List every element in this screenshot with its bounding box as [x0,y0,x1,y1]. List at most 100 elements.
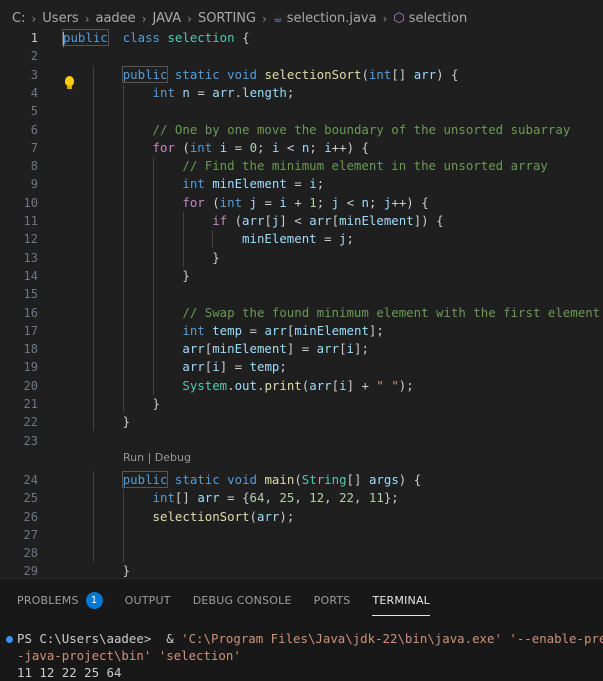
code-line[interactable]: 1 public class selection { [0,29,603,47]
code-line[interactable]: 19 arr[i] = temp; [0,358,603,376]
code-token: int [152,84,175,100]
code-token: 0 [249,139,258,155]
line-number: 25 [23,491,38,506]
code-line[interactable]: 17 int temp = arr[minElement]; [0,322,603,340]
breadcrumb-drive[interactable]: C: [12,11,25,26]
code-token: for [152,139,175,155]
code-line[interactable]: 15 [0,285,603,303]
code-line[interactable]: 25 int[] arr = {64, 25, 12, 22, 11}; [0,489,603,507]
line-number: 18 [23,342,38,357]
indent-guide [122,489,124,563]
line-number: 5 [30,104,38,119]
chevron-right-icon: › [141,11,147,26]
line-number: 27 [23,527,38,542]
code-token: main [264,471,295,487]
code-text: for (int j = i + 1; j < n; j++) { [63,194,428,212]
code-text: } [63,249,219,267]
code-editor[interactable]: Run | Debug 1 public class selection { 2 3 … [0,29,603,578]
code-token: = [242,322,265,338]
code-token: = [286,176,310,192]
code-token: = [227,139,250,155]
code-token: ); [279,508,295,524]
code-token: minElement [212,176,287,192]
code-token: = { [219,490,250,506]
code-line[interactable]: 21 } [0,395,603,413]
code-token: ] = [219,359,250,375]
code-token: } [63,396,160,411]
code-token: selectionSort [152,508,250,524]
code-line[interactable]: 27 [0,526,603,544]
code-line[interactable]: 20 System.out.print(arr[i] + " "); [0,377,603,395]
code-token: minElement [212,341,287,357]
breadcrumb-folder-java[interactable]: JAVA [153,11,182,26]
line-number: 26 [23,509,38,524]
code-line[interactable]: 9 int minElement = i; [0,175,603,193]
code-line[interactable]: 5 [0,102,603,120]
line-number: 2 [30,49,38,64]
code-token: , [354,490,369,506]
tab-debug-console[interactable]: DEBUG CONSOLE [193,594,292,607]
code-line[interactable]: 8 // Find the minimum element in the uns… [0,157,603,175]
code-token: ( [249,508,257,524]
line-number: 8 [30,159,38,174]
terminal-command-continuation[interactable]: -java-project\bin' 'selection' [17,647,241,664]
tab-terminal[interactable]: TERMINAL [372,594,430,616]
code-line[interactable]: 4 int n = arr.length; [0,84,603,102]
code-text: selectionSort(arr); [63,508,295,526]
line-number: 29 [23,564,38,578]
code-token: int [152,490,175,506]
code-line[interactable]: 13 } [0,249,603,267]
code-text: // Swap the found minimum element with t… [63,304,600,322]
code-token: [ [339,341,347,357]
code-token: int [182,322,205,338]
code-token: arr [413,66,437,82]
class-symbol-icon: ⬡ [393,11,405,26]
code-line[interactable]: 28 [0,544,603,562]
code-token: ; [368,194,384,210]
code-line[interactable]: 7 for (int i = 0; i < n; i++) { [0,139,603,157]
java-file-icon: ☕ [272,12,283,25]
code-text: } [63,267,189,285]
tab-output[interactable]: OUTPUT [125,594,171,607]
tab-ports[interactable]: PORTS [314,594,351,607]
code-token: int [189,139,213,155]
codelens-run-debug[interactable]: Run | Debug [123,450,191,466]
line-number: 4 [30,85,38,100]
code-line[interactable]: 2 [0,47,603,65]
breadcrumb-folder-sorting[interactable]: SORTING [198,11,256,26]
tab-problems[interactable]: PROBLEMS 1 [17,591,103,609]
code-token: [] [174,490,198,506]
code-line[interactable]: 6 // One by one move the boundary of the… [0,121,603,139]
code-token: , [294,490,310,506]
code-line[interactable]: 29 } [0,562,603,578]
code-line[interactable]: 11 if (arr[j] < arr[minElement]) { [0,212,603,230]
code-token: ( [227,213,243,228]
code-line[interactable]: 16 // Swap the found minimum element wit… [0,304,603,322]
breadcrumb-folder-aadee[interactable]: aadee [96,11,136,26]
breadcrumb-symbol[interactable]: ⬡ selection [393,11,467,26]
code-line[interactable]: 3 public static void selectionSort(int[]… [0,65,603,84]
code-token: int [219,194,243,210]
code-line[interactable]: 18 arr[minElement] = arr[i]; [0,340,603,358]
breadcrumb-folder-users[interactable]: Users [42,11,78,26]
code-token: arr [242,213,265,228]
terminal-command-line[interactable]: PS C:\Users\aadee> & 'C:\Program Files\J… [6,630,603,647]
problems-count-badge: 1 [85,591,103,609]
code-line[interactable]: 24 public static void main(String[] args… [0,470,603,489]
code-text: for (int i = 0; i < n; i++) { [63,139,369,157]
terminal-main-class: 'selection' [151,648,241,663]
code-token: arr [309,213,332,228]
code-token: i [339,377,347,393]
code-line[interactable]: 23 [0,432,603,450]
code-line[interactable]: 14 } [0,267,603,285]
breadcrumb-file-label: selection.java [286,11,377,26]
code-line[interactable]: 22 } [0,413,603,431]
code-line[interactable]: 10 for (int j = i + 1; j < n; j++) { [0,194,603,212]
breadcrumb-file[interactable]: ☕ selection.java [273,11,377,26]
code-token: String [301,471,347,487]
chevron-right-icon: › [262,11,267,26]
code-line[interactable]: 12 minElement = j; [0,230,603,248]
code-line[interactable]: 26 selectionSort(arr); [0,508,603,526]
